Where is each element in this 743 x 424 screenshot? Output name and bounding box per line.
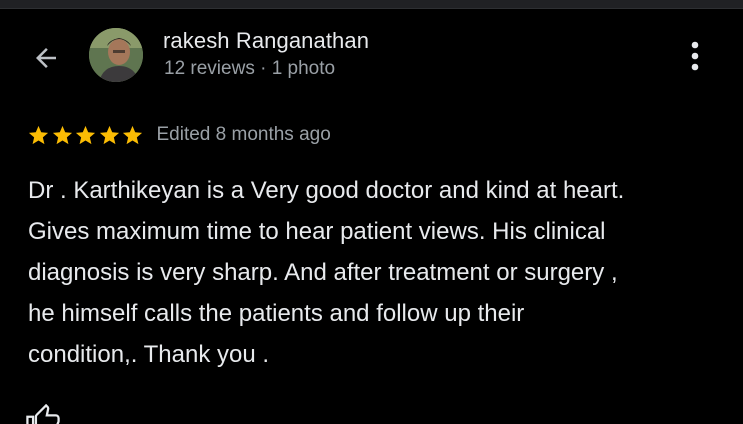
reviewer-name[interactable]: rakesh Ranganathan	[163, 28, 369, 54]
more-vert-icon	[691, 41, 699, 71]
avatar-photo	[89, 28, 143, 82]
more-options-button[interactable]	[677, 36, 713, 76]
thumbs-up-button[interactable]	[26, 404, 60, 424]
review-line: Dr . Karthikeyan is a Very good doctor a…	[28, 177, 625, 204]
review-line: he himself calls the patients and follow…	[28, 300, 525, 327]
edited-label: Edited 8 months ago	[156, 124, 331, 145]
star-icon	[75, 125, 96, 144]
thumbs-up-icon	[26, 404, 60, 424]
review-text: Dr . Karthikeyan is a Very good doctor a…	[28, 170, 718, 375]
avatar[interactable]	[89, 28, 143, 82]
star-icon	[28, 125, 49, 144]
star-icon	[122, 125, 143, 144]
review-line: diagnosis is very sharp. And after treat…	[28, 259, 618, 286]
star-icon	[99, 125, 119, 144]
top-divider	[0, 0, 743, 9]
review-line: condition,. Thank you .	[28, 341, 270, 368]
star-rating	[27, 124, 145, 147]
review-screen: rakesh Ranganathan 12 reviews · 1 photo …	[0, 0, 743, 424]
star-icon	[52, 125, 72, 144]
arrow-left-icon	[36, 48, 56, 68]
rating-row: Edited 8 months ago	[27, 123, 331, 147]
back-button[interactable]	[24, 36, 68, 80]
review-line: Gives maximum time to hear patient views…	[28, 218, 606, 245]
reviewer-meta: 12 reviews · 1 photo	[164, 58, 336, 79]
